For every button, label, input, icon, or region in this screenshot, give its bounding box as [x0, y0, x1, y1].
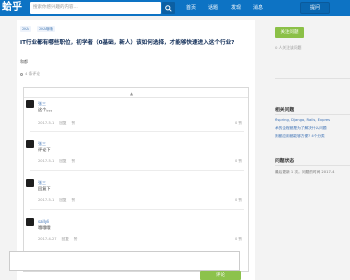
ask-button[interactable]: 提问	[300, 2, 330, 14]
divider	[275, 114, 350, 115]
like-link[interactable]: 赞	[72, 121, 76, 125]
like-count: 0 赞	[234, 121, 242, 125]
comment-meta: 2017-4-27 回复 赞	[38, 237, 82, 242]
search-button[interactable]	[162, 2, 175, 14]
reply-link[interactable]: 回复	[59, 198, 66, 202]
like-link[interactable]: 赞	[72, 159, 76, 163]
search-icon	[165, 4, 172, 12]
site-logo[interactable]: 蛤乎	[2, 0, 22, 16]
question-meta: 和都	[20, 59, 28, 64]
divider	[30, 170, 244, 171]
comment-date: 2017-4-27	[38, 237, 57, 241]
reply-link[interactable]: 回复	[59, 159, 66, 163]
topic-tag[interactable]: 2KA	[20, 26, 31, 32]
comment-text: 哦哦哦	[38, 225, 51, 230]
follow-question-button[interactable]: 关注问题	[275, 27, 304, 38]
related-question-link[interactable]: flspring, Django, Rails, Expres	[275, 118, 350, 122]
comment-input[interactable]	[9, 251, 240, 271]
comments-header: ▲	[24, 88, 248, 98]
nav-home[interactable]: 首页	[186, 0, 196, 16]
like-link[interactable]: 赞	[72, 198, 76, 202]
avatar[interactable]	[26, 100, 34, 108]
related-question-link[interactable]: 则都应用都能够方便? 4个分类	[275, 134, 350, 139]
follow-count: 0 人关注该问题	[275, 45, 302, 50]
avatar[interactable]	[26, 218, 34, 226]
comment-date: 2017-5-1	[38, 159, 55, 163]
question-card: 2KA 2KA哦哦 IT行业都有哪些职位，初学者（0基础，新人）该如何选择，才能…	[17, 20, 255, 280]
comment-author[interactable]: sallyli	[38, 219, 49, 224]
divider	[30, 209, 244, 210]
submit-comment-button[interactable]: 评论	[200, 271, 241, 280]
like-count: 0 赞	[234, 237, 242, 241]
related-questions-title: 相关问题	[275, 108, 295, 113]
question-status-text: 最后更新 1 次。问题的时间 2017-4	[275, 170, 335, 174]
comments-panel: ▲ 张三 这个。。。 2017-5-1 回复赞 0 赞 张三 评论下 2017-5…	[23, 87, 249, 272]
related-question-link[interactable]: 术的企程都是为了解决什么问题	[275, 126, 350, 131]
comment-text: 这个。。。	[38, 107, 55, 112]
like-count: 0 赞	[234, 159, 242, 163]
avatar[interactable]	[26, 179, 34, 187]
comment-meta: 2017-5-1 回复 赞	[38, 159, 80, 164]
comment-meta: 2017-5-1 回复 赞	[38, 198, 80, 203]
nav-topics[interactable]: 话题	[208, 0, 218, 16]
question-status-title: 问题状态	[275, 159, 295, 164]
comment-icon	[20, 72, 23, 76]
divider	[275, 78, 350, 79]
nav-discover[interactable]: 发现	[231, 0, 241, 16]
comment-count-link[interactable]: 4 条评论	[20, 71, 40, 77]
like-link[interactable]: 赞	[74, 237, 78, 241]
comment-text: 评论下	[38, 147, 51, 152]
reply-link[interactable]: 回复	[59, 121, 66, 125]
question-title: IT行业都有哪些职位，初学者（0基础，新人）该如何选择，才能够快速进入这个行业?	[20, 40, 235, 46]
search-input[interactable]: 搜索你感兴趣的内容...	[30, 2, 161, 14]
chevron-up-icon[interactable]: ▲	[130, 91, 133, 96]
topic-tag[interactable]: 2KA哦哦	[37, 26, 55, 32]
nav-messages[interactable]: 消息	[253, 0, 263, 16]
top-navbar: 蛤乎 搜索你感兴趣的内容... 首页 话题 发现 消息 提问	[0, 0, 350, 16]
reply-link[interactable]: 回复	[62, 237, 69, 241]
comment-text: 回复下	[38, 186, 51, 191]
avatar[interactable]	[26, 140, 34, 148]
comment-date: 2017-5-1	[38, 198, 55, 202]
divider	[275, 165, 350, 166]
like-count: 0 赞	[234, 198, 242, 202]
divider	[30, 131, 244, 132]
comment-meta: 2017-5-1 回复 赞	[38, 121, 80, 126]
comment-date: 2017-5-1	[38, 121, 55, 125]
